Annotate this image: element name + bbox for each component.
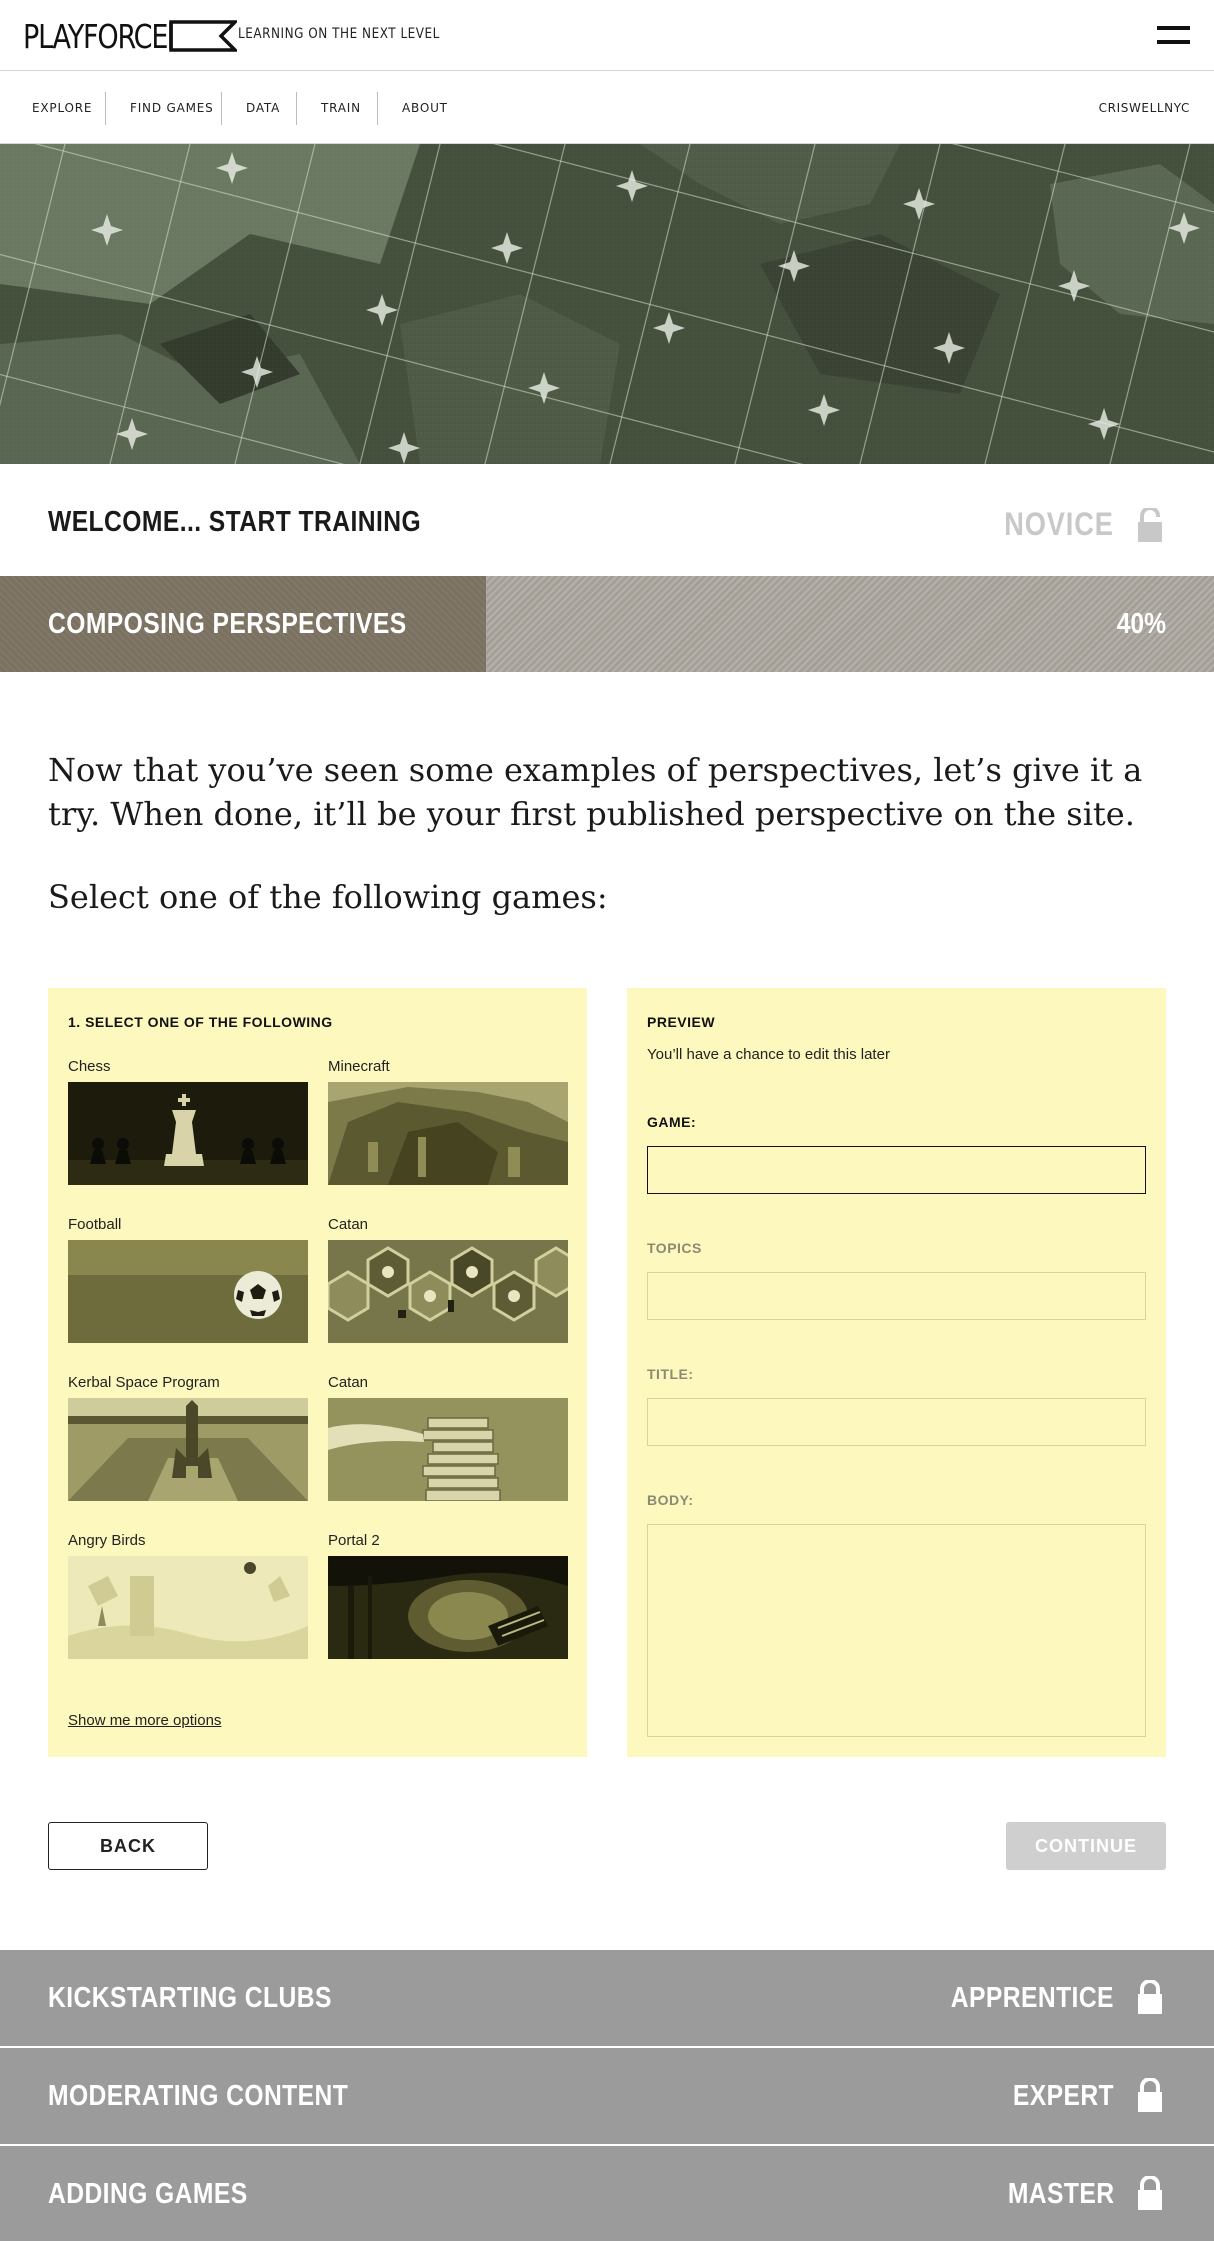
nav-divider — [377, 92, 378, 125]
selector-heading: 1. SELECT ONE OF THE FOLLOWING — [68, 1014, 333, 1030]
game-label: Kerbal Space Program — [68, 1374, 220, 1391]
hero-tile-pattern — [0, 144, 1214, 464]
body-field-label: BODY: — [647, 1492, 694, 1508]
game-option-catan-2[interactable]: Catan — [328, 1374, 568, 1501]
hamburger-menu-icon[interactable] — [1157, 24, 1190, 46]
main-nav: EXPLORE FIND GAMES DATA TRAIN ABOUT CRIS… — [0, 72, 1214, 144]
continue-button[interactable]: CONTINUE — [1006, 1822, 1166, 1870]
jenga-thumbnail — [328, 1398, 568, 1501]
preview-panel: PREVIEW You’ll have a chance to edit thi… — [627, 988, 1166, 1757]
locked-padlock-icon — [1138, 1980, 1162, 2014]
select-heading: Select one of the following games: — [48, 878, 608, 916]
nav-divider — [296, 92, 297, 125]
game-label: Minecraft — [328, 1058, 390, 1075]
game-label: Portal 2 — [328, 1532, 380, 1549]
welcome-row: WELCOME... START TRAINING NOVICE — [0, 464, 1214, 576]
current-module-title: COMPOSING PERSPECTIVES — [48, 608, 407, 640]
tagline: LEARNING ON THE NEXT LEVEL — [238, 26, 440, 42]
game-input[interactable] — [647, 1146, 1146, 1194]
module-title: MODERATING CONTENT — [48, 2080, 349, 2112]
current-level-label: NOVICE — [1004, 506, 1114, 542]
nav-find-games[interactable]: FIND GAMES — [130, 72, 214, 144]
football-thumbnail — [68, 1240, 308, 1343]
topics-field-label: TOPICS — [647, 1240, 702, 1256]
nav-explore[interactable]: EXPLORE — [32, 72, 92, 144]
nav-data[interactable]: DATA — [246, 72, 280, 144]
user-account-link[interactable]: CRISWELLNYC — [1099, 72, 1190, 144]
kerbal-space-program-thumbnail — [68, 1398, 308, 1501]
nav-divider — [221, 92, 222, 125]
logo-flag-icon — [169, 20, 237, 52]
game-label: Angry Birds — [68, 1532, 146, 1549]
body-textarea[interactable] — [647, 1524, 1146, 1737]
topics-input[interactable] — [647, 1272, 1146, 1320]
preview-subtext: You’ll have a chance to edit this later — [647, 1046, 890, 1063]
game-option-chess[interactable]: Chess — [68, 1058, 308, 1185]
module-progress-bar: COMPOSING PERSPECTIVES 40% — [0, 576, 1214, 672]
show-more-options-link[interactable]: Show me more options — [68, 1712, 221, 1729]
game-option-minecraft[interactable]: Minecraft — [328, 1058, 568, 1185]
chess-thumbnail — [68, 1082, 308, 1185]
game-option-kerbal-space-program[interactable]: Kerbal Space Program — [68, 1374, 308, 1501]
nav-train[interactable]: TRAIN — [321, 72, 361, 144]
module-level: APPRENTICE — [950, 1982, 1114, 2014]
back-button[interactable]: BACK — [48, 1822, 208, 1870]
locked-module-adding-games[interactable]: ADDING GAMES MASTER — [0, 2146, 1214, 2241]
game-option-angry-birds[interactable]: Angry Birds — [68, 1532, 308, 1659]
game-selector-panel: 1. SELECT ONE OF THE FOLLOWING Chess Min… — [48, 988, 587, 1757]
locked-module-moderating-content[interactable]: MODERATING CONTENT EXPERT — [0, 2048, 1214, 2144]
game-option-football[interactable]: Football — [68, 1216, 308, 1343]
game-label: Catan — [328, 1216, 369, 1233]
game-label: Football — [68, 1216, 122, 1233]
locked-module-kickstarting-clubs[interactable]: KICKSTARTING CLUBS APPRENTICE — [0, 1950, 1214, 2046]
game-label: Catan — [328, 1374, 369, 1391]
angry-birds-thumbnail — [68, 1556, 308, 1659]
progress-percent: 40% — [1116, 608, 1166, 640]
module-title: KICKSTARTING CLUBS — [48, 1982, 332, 2014]
game-option-portal-2[interactable]: Portal 2 — [328, 1532, 568, 1659]
game-field-label: GAME: — [647, 1114, 697, 1130]
module-level: MASTER — [1007, 2178, 1114, 2210]
preview-heading: PREVIEW — [647, 1014, 716, 1030]
title-field-label: TITLE: — [647, 1366, 694, 1382]
module-title: ADDING GAMES — [48, 2178, 248, 2210]
locked-padlock-icon — [1138, 2176, 1162, 2210]
intro-text: Now that you’ve seen some examples of pe… — [48, 751, 1143, 833]
locked-padlock-icon — [1138, 2078, 1162, 2112]
nav-divider — [105, 92, 106, 125]
welcome-title: WELCOME... START TRAINING — [48, 506, 422, 538]
module-level: EXPERT — [1012, 2080, 1114, 2112]
minecraft-thumbnail — [328, 1082, 568, 1185]
catan-thumbnail — [328, 1240, 568, 1343]
top-bar: PLAYFORCE LEARNING ON THE NEXT LEVEL — [0, 0, 1214, 71]
game-option-catan[interactable]: Catan — [328, 1216, 568, 1343]
title-input[interactable] — [647, 1398, 1146, 1446]
playforce-logo[interactable]: PLAYFORCE — [23, 16, 237, 56]
logo-wordmark: PLAYFORCE — [23, 16, 168, 56]
game-label: Chess — [68, 1058, 111, 1075]
unlocked-padlock-icon — [1138, 508, 1162, 542]
portal-2-thumbnail — [328, 1556, 568, 1659]
nav-about[interactable]: ABOUT — [402, 72, 448, 144]
hero-banner — [0, 144, 1214, 464]
